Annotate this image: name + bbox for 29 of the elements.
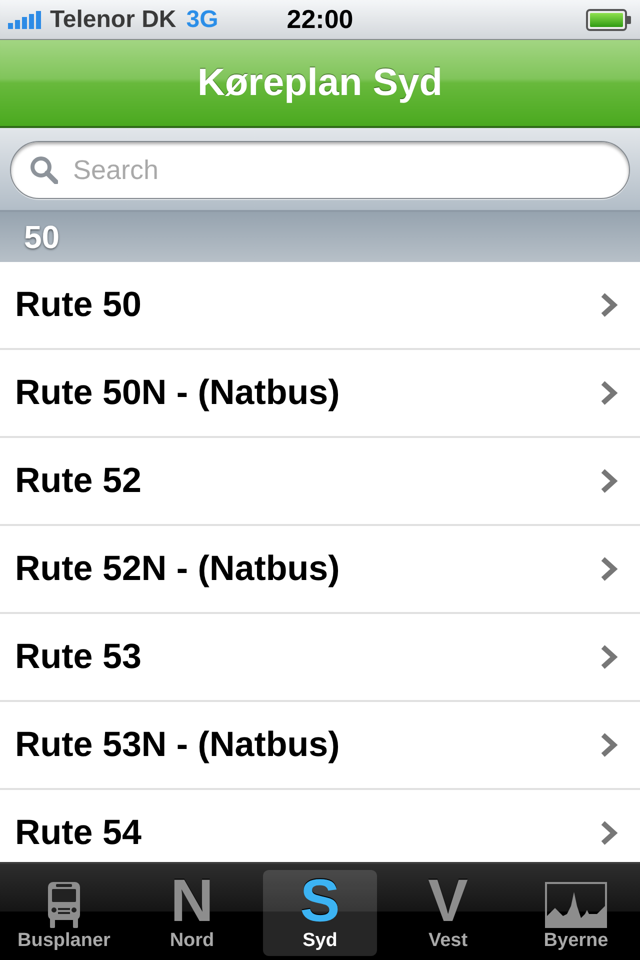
route-row[interactable]: Rute 53 — [0, 614, 640, 702]
tab-button[interactable]: Byerne — [519, 870, 633, 956]
network-type: 3G — [186, 6, 218, 34]
route-row[interactable]: Rute 53N - (Natbus) — [0, 702, 640, 790]
tab-button[interactable]: Busplaner — [7, 870, 121, 956]
search-icon — [30, 156, 58, 184]
nav-title: Køreplan Syd — [198, 62, 442, 104]
route-row[interactable]: Rute 52 — [0, 438, 640, 526]
route-row[interactable]: Rute 52N - (Natbus) — [0, 526, 640, 614]
status-time: 22:00 — [286, 4, 354, 35]
skyline-picture-icon — [545, 882, 607, 928]
tab-button[interactable]: S Syd — [263, 870, 377, 956]
section-title: 50 — [24, 218, 60, 256]
chevron-icon — [600, 820, 618, 846]
chevron-icon — [600, 292, 618, 318]
chevron-icon — [600, 644, 618, 670]
route-row[interactable]: Rute 50 — [0, 262, 640, 350]
signal-strength-icon — [8, 10, 42, 28]
carrier-name: Telenor DK — [50, 6, 176, 34]
bus-icon — [47, 880, 81, 928]
route-row[interactable]: Rute 50N - (Natbus) — [0, 350, 640, 438]
battery-icon — [586, 8, 632, 30]
chevron-icon — [600, 380, 618, 406]
chevron-icon — [600, 556, 618, 582]
chevron-icon — [600, 468, 618, 494]
tab-button[interactable]: V Vest — [391, 870, 505, 956]
chevron-icon — [600, 732, 618, 758]
search-field[interactable]: Search — [10, 141, 630, 199]
tab-button[interactable]: N Nord — [135, 870, 249, 956]
